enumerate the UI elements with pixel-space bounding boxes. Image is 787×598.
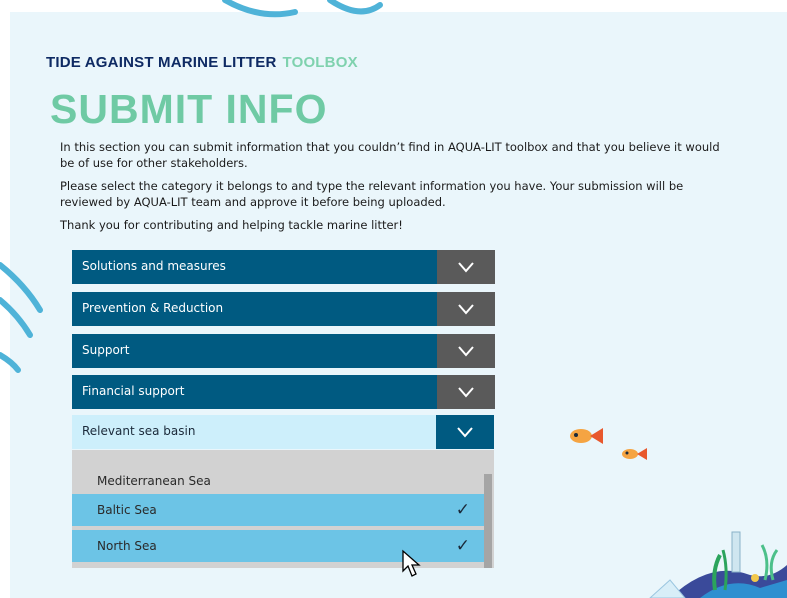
option-label: North Sea xyxy=(97,539,157,553)
mouse-pointer-icon xyxy=(402,549,421,577)
accordion-relevant-sea-basin[interactable]: Relevant sea basin xyxy=(72,415,494,449)
dropdown-scrollbar-thumb[interactable] xyxy=(484,474,492,568)
chevron-down-icon[interactable] xyxy=(437,334,495,368)
option-baltic-sea[interactable]: Baltic Sea ✓ xyxy=(72,494,484,526)
accordion-label: Solutions and measures xyxy=(82,259,226,273)
check-icon: ✓ xyxy=(455,500,470,520)
accordion-label: Support xyxy=(82,343,130,357)
accordion-label: Relevant sea basin xyxy=(82,424,196,438)
brand-tag: TOOLBOX xyxy=(282,54,358,71)
check-icon: ✓ xyxy=(455,536,470,556)
option-label: Baltic Sea xyxy=(97,503,157,517)
sea-basin-dropdown[interactable]: Mediterranean Sea Baltic Sea ✓ North Sea… xyxy=(72,450,494,568)
accordion-label: Prevention & Reduction xyxy=(82,301,224,315)
seabed-illustration xyxy=(649,531,787,598)
fish-icon xyxy=(570,428,603,444)
fish-icon xyxy=(622,448,647,460)
accordion-prevention-reduction[interactable]: Prevention & Reduction xyxy=(72,292,495,326)
intro-paragraph: In this section you can submit informati… xyxy=(60,140,720,170)
brand-name: TIDE AGAINST MARINE LITTER xyxy=(46,54,277,71)
instructions-paragraph: Please select the category it belongs to… xyxy=(60,179,684,209)
accordion-label: Financial support xyxy=(82,384,185,398)
thanks-paragraph: Thank you for contributing and helping t… xyxy=(60,218,403,232)
chevron-down-icon[interactable] xyxy=(437,292,495,326)
accordion-solutions-and-measures[interactable]: Solutions and measures xyxy=(72,250,495,284)
chevron-down-icon[interactable] xyxy=(437,250,495,284)
option-mediterranean-sea[interactable]: Mediterranean Sea xyxy=(72,465,484,497)
chevron-down-icon[interactable] xyxy=(436,415,494,449)
option-label: Mediterranean Sea xyxy=(97,474,211,488)
page-title: SUBMIT INFO xyxy=(50,86,328,132)
accordion-financial-support[interactable]: Financial support xyxy=(72,375,495,409)
accordion-support[interactable]: Support xyxy=(72,334,495,368)
chevron-down-icon[interactable] xyxy=(437,375,495,409)
brand-header: TIDE AGAINST MARINE LITTER TOOLBOX xyxy=(46,54,358,71)
